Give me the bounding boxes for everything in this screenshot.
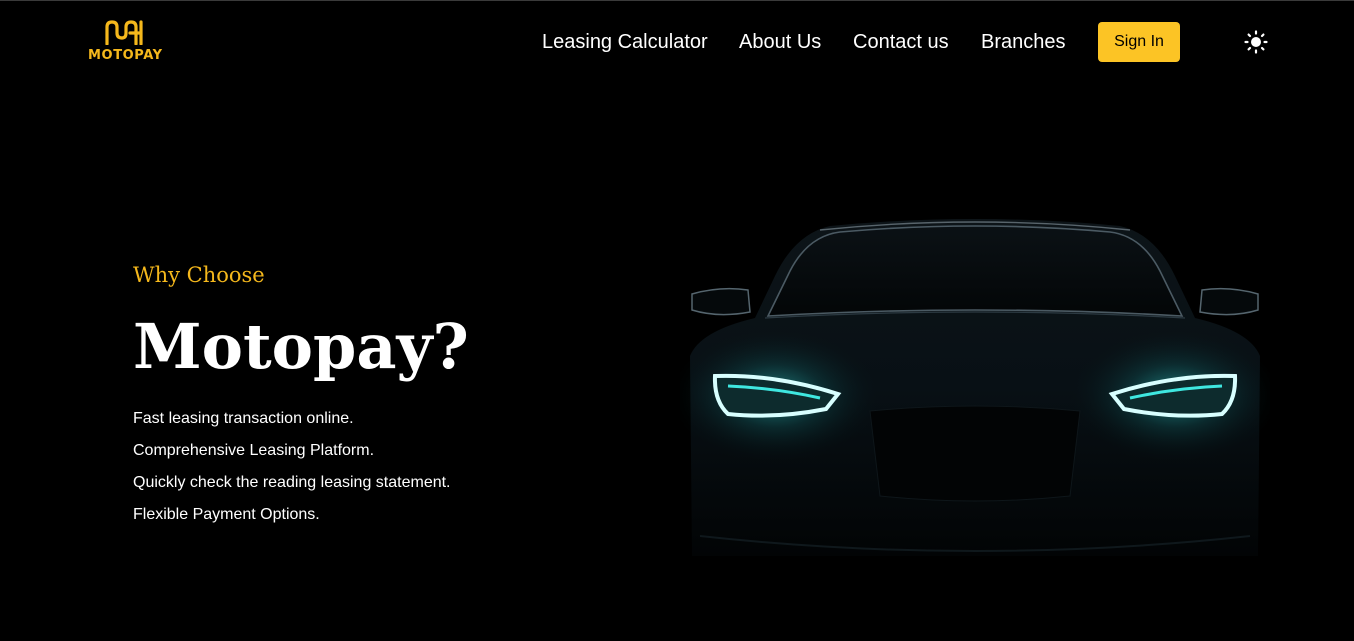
sun-icon[interactable] [1244,30,1268,54]
feature-item: Comprehensive Leasing Platform. [133,442,375,459]
nav-contact-us[interactable]: Contact us [853,29,949,55]
brand-logo[interactable]: MOTOPAY [88,19,163,65]
landing-page: MOTOPAY Leasing Calculator About Us Cont… [0,0,1354,641]
brand-name: MOTOPAY [88,48,163,63]
feature-item: Fast leasing transaction online. [133,410,354,427]
nav-branches[interactable]: Branches [981,29,1066,55]
nav-leasing-calculator[interactable]: Leasing Calculator [542,29,708,55]
feature-list: Fast leasing transaction online. Compreh… [133,403,451,531]
nav-about-us[interactable]: About Us [739,29,821,55]
car-front-image [680,219,1270,556]
feature-item: Flexible Payment Options. [133,506,320,523]
sign-in-button[interactable]: Sign In [1098,22,1180,62]
feature-item: Quickly check the reading leasing statem… [133,474,451,491]
hero-kicker: Why Choose [133,263,265,287]
motopay-logo-icon [105,20,143,45]
hero-headline: Motopay? [133,310,469,383]
